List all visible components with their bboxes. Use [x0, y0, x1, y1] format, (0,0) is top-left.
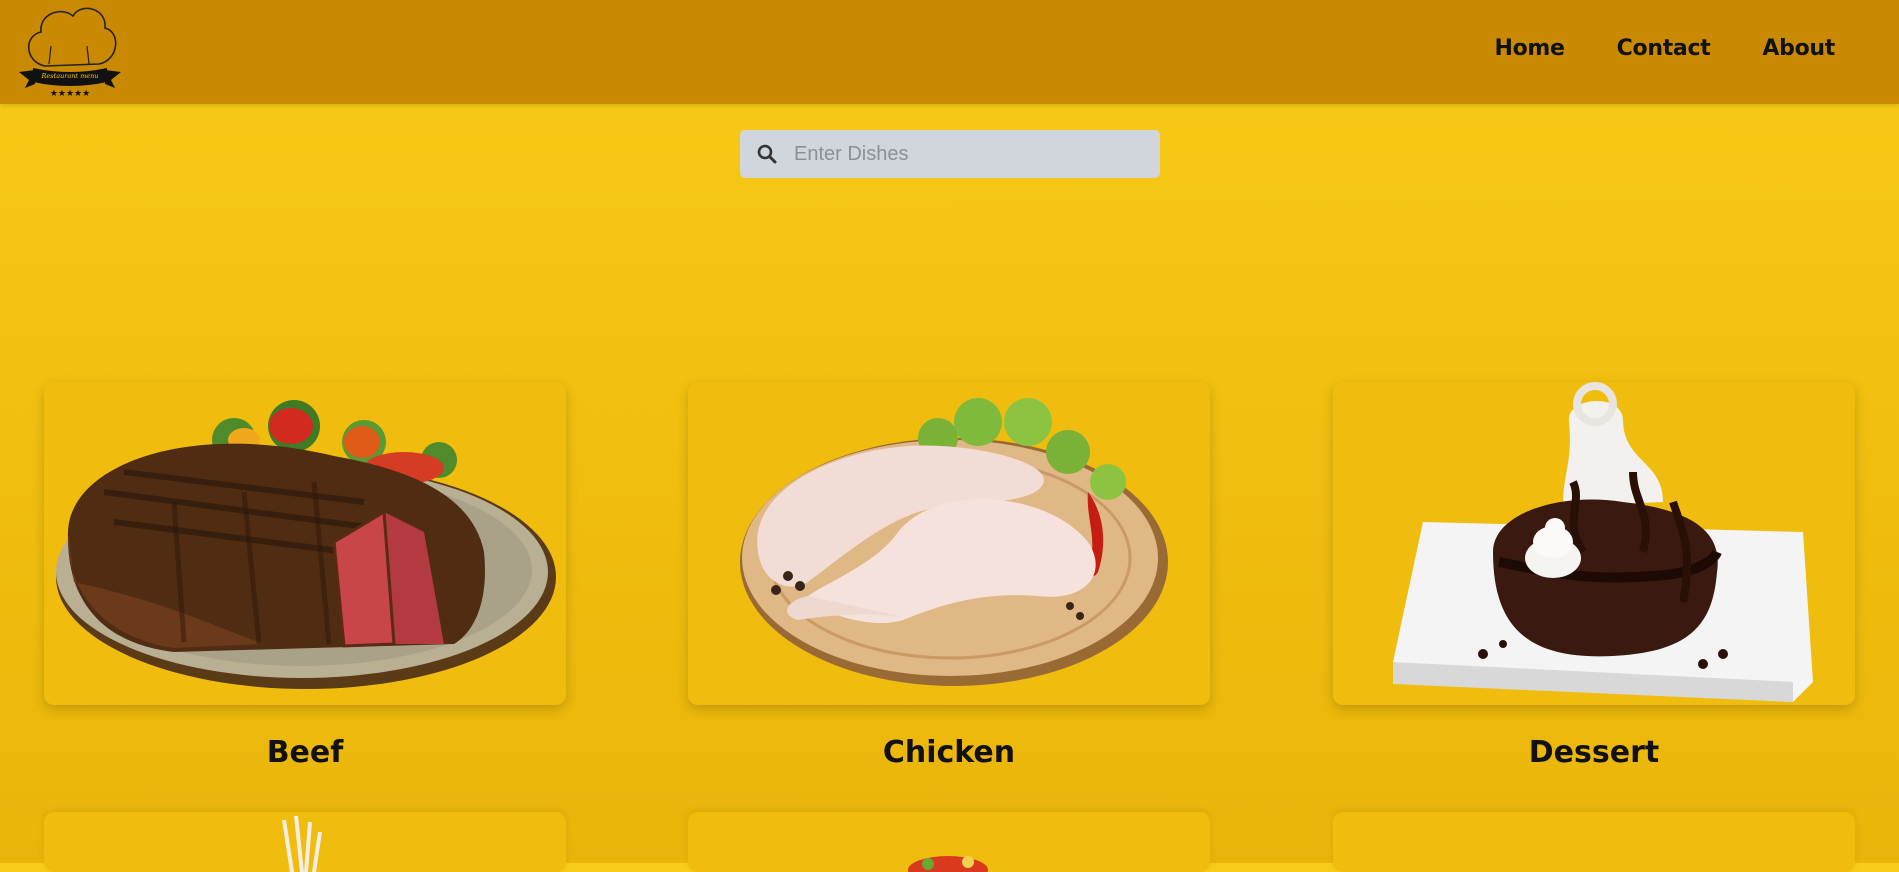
- chicken-image: [740, 398, 1168, 686]
- beef-image: [56, 400, 556, 689]
- category-image-partial: [908, 856, 988, 872]
- dessert-card[interactable]: [1333, 382, 1855, 705]
- navbar: Restaurant menu ★★★★★ Home Contact About: [0, 0, 1899, 104]
- nav-about-link[interactable]: About: [1762, 36, 1835, 61]
- category-image-partial: [1333, 812, 1855, 872]
- search-input[interactable]: [792, 141, 1156, 167]
- chicken-card[interactable]: [688, 382, 1210, 705]
- category-card-partial[interactable]: [1333, 812, 1855, 872]
- category-label-chicken[interactable]: Chicken: [688, 735, 1210, 770]
- search-icon[interactable]: [756, 143, 778, 165]
- dessert-image: [1393, 382, 1813, 702]
- search-bar: [740, 130, 1160, 178]
- logo-text: Restaurant menu: [41, 72, 99, 80]
- beef-card[interactable]: [44, 382, 566, 705]
- nav-contact-link[interactable]: Contact: [1617, 36, 1711, 61]
- category-label-beef[interactable]: Beef: [44, 735, 566, 770]
- category-image-partial: [282, 815, 322, 872]
- category-card-partial[interactable]: [44, 812, 566, 872]
- chef-hat-logo[interactable]: Restaurant menu ★★★★★: [15, 2, 125, 99]
- category-card-partial[interactable]: [688, 812, 1210, 872]
- nav-home-link[interactable]: Home: [1495, 36, 1565, 61]
- category-label-dessert[interactable]: Dessert: [1333, 735, 1855, 770]
- svg-text:★★★★★: ★★★★★: [50, 89, 90, 98]
